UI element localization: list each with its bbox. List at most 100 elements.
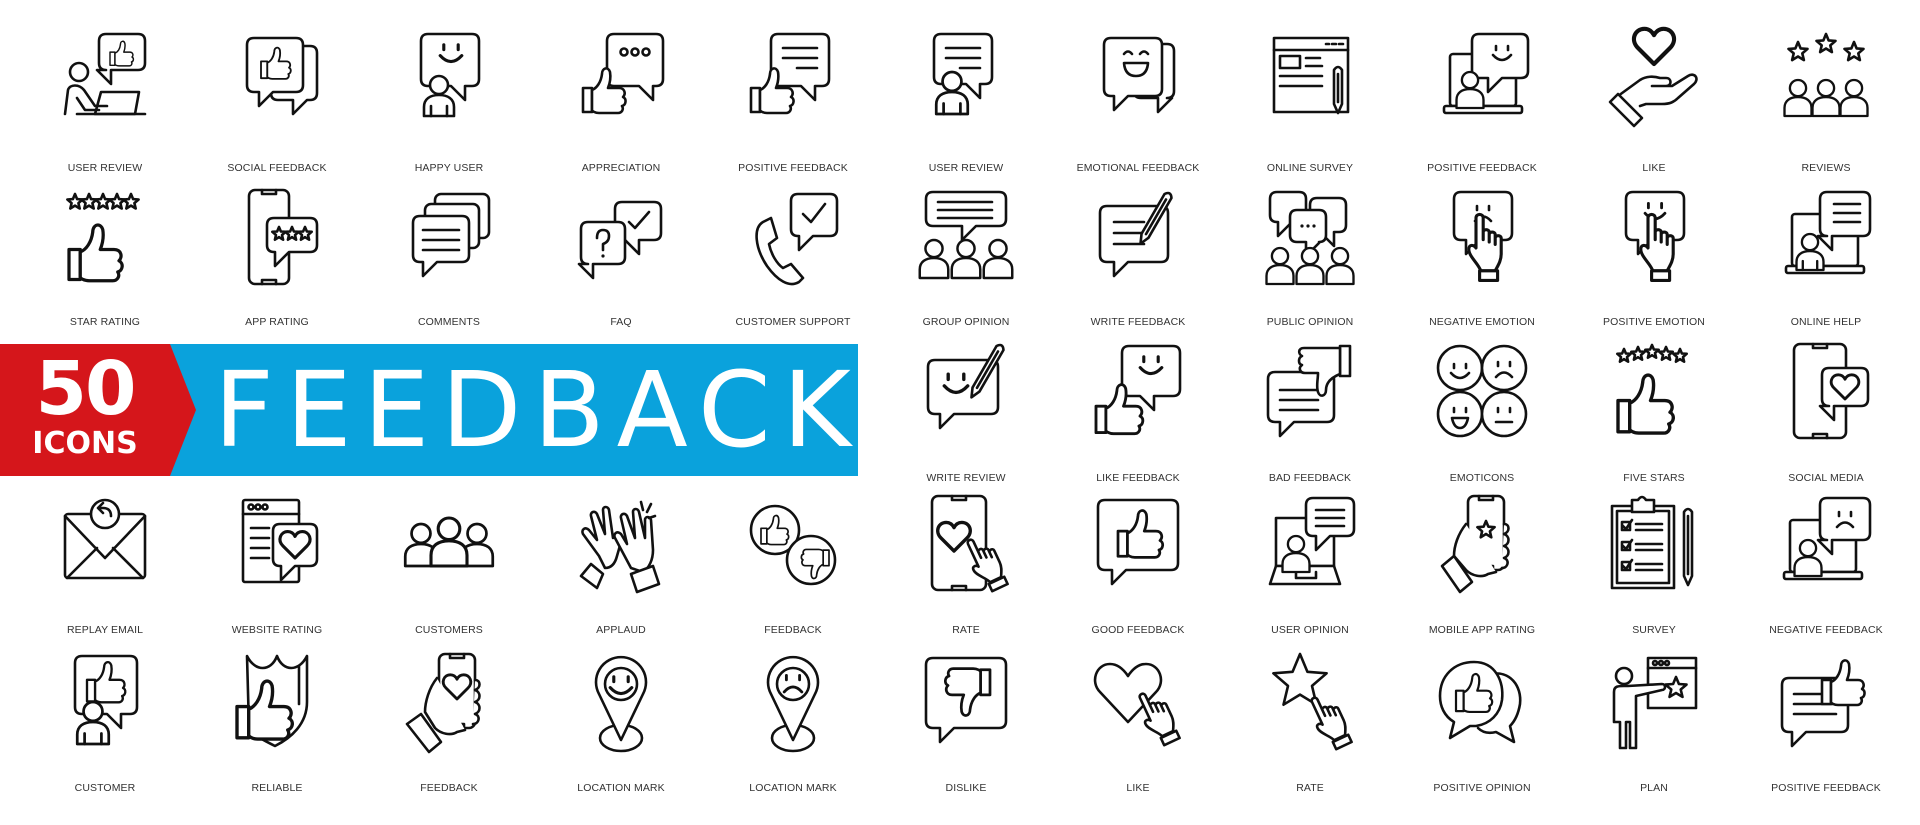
icon-label: CUSTOMERS: [415, 624, 483, 636]
icon-label: SOCIAL FEEDBACK: [227, 162, 327, 174]
icon-label: ONLINE HELP: [1790, 316, 1862, 328]
thumbs-down-bubble-icon: [924, 656, 1008, 744]
icon-label: EMOTICONS: [1449, 472, 1515, 484]
icon-tile: POSITIVE FEEDBACK: [707, 30, 879, 180]
icon-tile: SURVEY: [1568, 494, 1740, 644]
icon-tile: APPLAUD: [535, 494, 707, 644]
icon-label: FIVE STARS: [1623, 472, 1685, 484]
thumbs-up-dots-bubble-icon: [581, 32, 665, 115]
icon-label: FEEDBACK: [420, 782, 478, 794]
icon-tile: HAPPY USER: [363, 30, 535, 180]
hand-phone-heart-icon: [405, 652, 481, 754]
icon-tile: NEGATIVE FEEDBACK: [1740, 494, 1912, 644]
icon-label: APP RATING: [245, 316, 309, 328]
icon-label: USER OPINION: [1271, 624, 1349, 636]
icon-tile: SOCIAL MEDIA: [1740, 342, 1912, 492]
icon-label: GROUP OPINION: [922, 316, 1010, 328]
icon-label: SURVEY: [1632, 624, 1676, 636]
user-text-bubble-icon: [932, 32, 994, 116]
icon-tile: STAR RATING: [19, 188, 191, 338]
thumbs-up-text-bubble-icon: [749, 32, 831, 115]
browser-heart-bubble-icon: [241, 498, 319, 584]
icon-label: POSITIVE FEEDBACK: [1427, 162, 1537, 174]
icon-label: FAQ: [610, 316, 632, 328]
group-bubbles-icon: [1265, 190, 1355, 286]
laughing-bubbles-icon: [1102, 36, 1176, 114]
icon-tile: USER REVIEW: [19, 30, 191, 180]
clipboard-checklist-pencil-icon: [1610, 495, 1694, 590]
icon-tile: EMOTIONAL FEEDBACK: [1052, 30, 1224, 180]
icon-tile: RELIABLE: [191, 652, 363, 802]
icon-label: WRITE REVIEW: [926, 472, 1006, 484]
web-form-pencil-icon: [1272, 36, 1350, 115]
icon-tile: WEBSITE RATING: [191, 494, 363, 644]
icon-label: MOBILE APP RATING: [1428, 624, 1536, 636]
user-thumbs-up-bubble-icon: [73, 654, 139, 746]
icon-label: LOCATION MARK: [577, 782, 665, 794]
icon-tile: WRITE REVIEW: [880, 342, 1052, 492]
stars-users-icon: [1783, 32, 1869, 118]
icon-label: LOCATION MARK: [749, 782, 837, 794]
icon-tile: MOBILE APP RATING: [1396, 494, 1568, 644]
thumbs-up-down-circles-icon: [749, 504, 837, 586]
icon-tile: COMMENTS: [363, 188, 535, 338]
icon-label: USER REVIEW: [67, 162, 143, 174]
phone-heart-finger-icon: [930, 494, 1009, 593]
banner-red-arrow: 50 ICONS: [0, 344, 196, 476]
banner-title: FEEDBACK: [214, 349, 863, 471]
laptop-user-bubble-icon: [1268, 496, 1356, 586]
icon-label: CUSTOMER SUPPORT: [735, 316, 851, 328]
thumbs-down-text-bubble-icon: [1266, 344, 1352, 438]
user-laptop-thumbs-up-icon: [63, 32, 147, 116]
icon-label: EMOTIONAL FEEDBACK: [1076, 162, 1200, 174]
icon-tile: BAD FEEDBACK: [1224, 342, 1396, 492]
icon-tile: LIKE: [1052, 652, 1224, 802]
icon-label: POSITIVE EMOTION: [1603, 316, 1705, 328]
phone-heart-bubble-icon: [1792, 342, 1870, 440]
icon-tile: USER OPINION: [1224, 494, 1396, 644]
icon-tile: FIVE STARS: [1568, 342, 1740, 492]
icon-label: LIKE FEEDBACK: [1096, 472, 1180, 484]
laptop-user-text-icon: [1784, 190, 1872, 275]
thumbs-up-bubble-icon: [1096, 498, 1180, 586]
laptop-user-sad-icon: [1782, 496, 1872, 581]
icon-tile: LOCATION MARK: [707, 652, 879, 802]
icon-label: WEBSITE RATING: [231, 624, 323, 636]
stacked-bubbles-icon: [411, 192, 491, 278]
icon-tile: DISLIKE: [880, 652, 1052, 802]
icon-tile: WRITE FEEDBACK: [1052, 188, 1224, 338]
icon-label: RATE: [1296, 782, 1324, 794]
hand-phone-star-icon: [1440, 494, 1510, 594]
icon-tile: POSITIVE FEEDBACK: [1396, 30, 1568, 180]
thumbs-up-smile-bubble-icon: [1094, 344, 1182, 436]
heart-finger-icon: [1093, 662, 1181, 747]
phone-check-bubble-icon: [755, 192, 839, 286]
icon-tile: PUBLIC OPINION: [1224, 188, 1396, 338]
four-faces-icon: [1436, 344, 1528, 438]
icon-tile: POSITIVE EMOTION: [1568, 188, 1740, 338]
text-bubble-thumbs-up-icon: [1780, 659, 1866, 748]
icon-label: APPLAUD: [596, 624, 646, 636]
icon-tile: CUSTOMER: [19, 652, 191, 802]
icon-count-label: ICONS: [32, 426, 138, 461]
icon-label: LIKE: [1642, 162, 1666, 174]
presenter-star-board-icon: [1612, 656, 1698, 750]
icon-tile: CUSTOMERS: [363, 494, 535, 644]
icon-label: NEGATIVE FEEDBACK: [1769, 624, 1883, 636]
icon-tile: REPLAY EMAIL: [19, 494, 191, 644]
icon-tile: LIKE FEEDBACK: [1052, 342, 1224, 492]
icon-tile: APP RATING: [191, 188, 363, 338]
icon-label: GOOD FEEDBACK: [1091, 624, 1185, 636]
icon-label: RELIABLE: [251, 782, 303, 794]
round-bubbles-thumbs-up-icon: [1438, 660, 1522, 744]
finger-sad-bubble-icon: [1452, 190, 1514, 282]
icon-label: PUBLIC OPINION: [1266, 316, 1354, 328]
phone-three-stars-icon: [247, 188, 319, 286]
icon-label: SOCIAL MEDIA: [1788, 472, 1864, 484]
three-users-icon: [403, 516, 495, 568]
icon-label: LIKE: [1126, 782, 1150, 794]
icon-tile: RATE: [1224, 652, 1396, 802]
icon-tile: FAQ: [535, 188, 707, 338]
icon-tile: GOOD FEEDBACK: [1052, 494, 1224, 644]
laptop-user-smile-icon: [1442, 32, 1530, 115]
